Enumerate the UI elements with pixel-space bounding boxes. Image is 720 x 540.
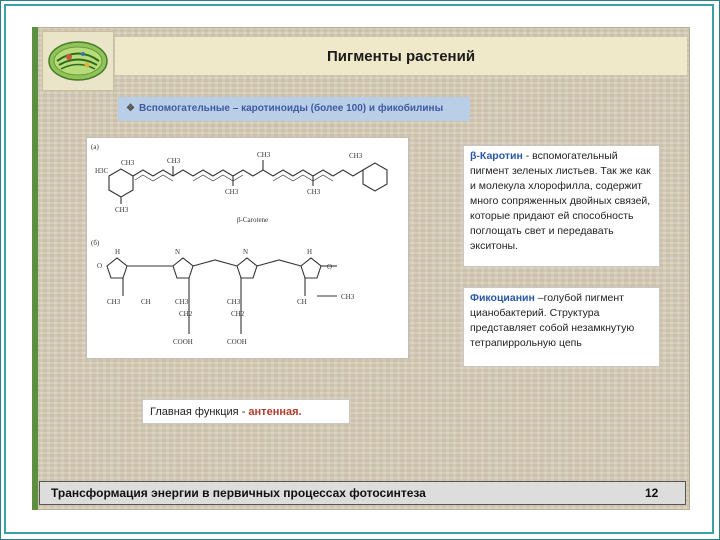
phycocyanin-description-card: Фикоцианин –голубой пигмент цианобактери… (463, 287, 660, 367)
panel-a-label: (а) (91, 143, 99, 151)
carotene-body: - вспомогательный пигмент зеленых листье… (470, 150, 651, 252)
footer-title: Трансформация энергии в первичных процес… (51, 486, 426, 500)
molecule-diagram: (а) H3C CH3 CH3 CH3 CH3 CH3 CH3 CH3 β-Ca… (86, 137, 409, 359)
chloroplast-icon (48, 41, 108, 81)
main-function-card: Главная функция - антенная. (142, 399, 350, 424)
function-label: Главная функция - (150, 406, 249, 418)
atom-label: H (307, 248, 312, 256)
atom-label: CH3 (107, 298, 121, 306)
carotene-title: β-Каротин (470, 150, 523, 162)
atom-label: CH3 (227, 298, 241, 306)
atom-label: CH3 (257, 151, 271, 159)
atom-label: CH2 (179, 310, 193, 318)
page-title: Пигменты растений (326, 48, 476, 65)
carotene-description-card: β-Каротин - вспомогательный пигмент зеле… (463, 145, 660, 267)
page-number: 12 (645, 486, 659, 500)
atom-label: CH3 (349, 152, 363, 160)
atom-label: CH (297, 298, 307, 306)
subheading-rest: каротиноиды (более 100) и фикобилины (241, 103, 444, 114)
function-value: антенная. (248, 406, 302, 418)
atom-label: CH3 (225, 188, 239, 196)
left-accent-stripe (32, 27, 38, 510)
bullet-icon: ❖ (126, 103, 135, 114)
atom-label: N (175, 248, 180, 256)
phycocyanin-structure (106, 257, 337, 334)
atom-label: CH2 (231, 310, 245, 318)
chloroplast-logo (42, 31, 114, 91)
atom-label: O (327, 263, 332, 271)
phycocyanin-title: Фикоцианин (470, 292, 535, 304)
atom-label: CH3 (121, 159, 135, 167)
subheading-prefix: Вспомогательные – (138, 103, 242, 114)
panel-b-label: (б) (91, 239, 100, 247)
atom-label: CH (141, 298, 151, 306)
atom-label: CH3 (167, 157, 181, 165)
atom-label: COOH (173, 338, 193, 346)
atom-label: CH3 (175, 298, 189, 306)
molecule-structures-image: (а) H3C CH3 CH3 CH3 CH3 CH3 CH3 CH3 β-Ca… (91, 143, 388, 346)
atom-label: CH3 (115, 206, 129, 214)
atom-label: CH3 (341, 293, 355, 301)
atom-label: COOH (227, 338, 247, 346)
caption-beta-carotene: β-Carotene (237, 216, 268, 224)
atom-label: CH3 (307, 188, 321, 196)
atom-label: O (97, 262, 102, 270)
beta-carotene-structure (108, 160, 388, 204)
atom-label: H (115, 248, 120, 256)
subheading: ❖ Вспомогательные – каротиноиды (более 10… (118, 97, 470, 121)
atom-label: H3C (95, 167, 109, 175)
atom-label: N (243, 248, 248, 256)
